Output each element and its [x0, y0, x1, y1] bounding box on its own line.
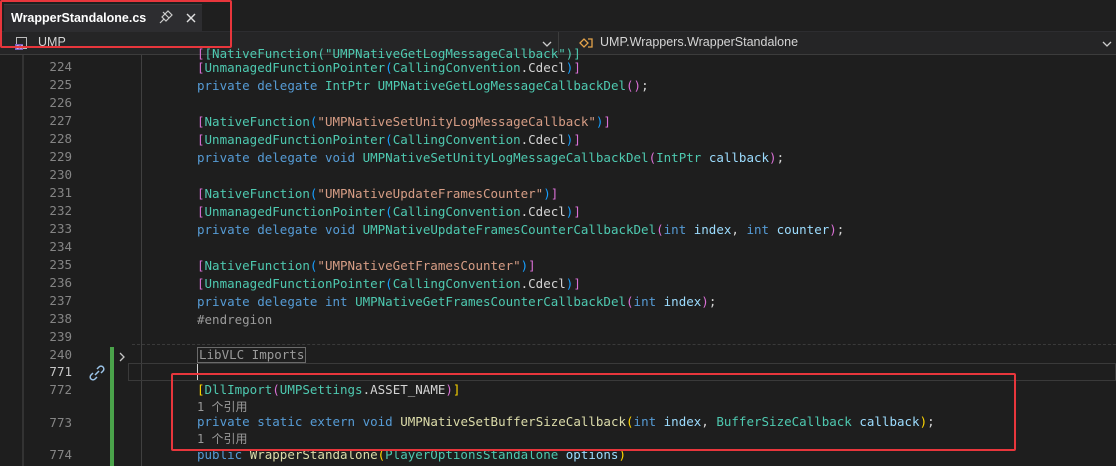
code-line: [UnmanagedFunctionPointer(CallingConvent…: [197, 60, 581, 75]
indent-guide: [141, 55, 142, 466]
codelens-references[interactable]: 1 个引用: [197, 431, 247, 447]
line-number: 236: [49, 275, 72, 290]
code-line: public WrapperStandalone(PlayerOptionsSt…: [197, 447, 626, 462]
code-line: [NativeFunction("UMPNativeSetUnityLogMes…: [197, 114, 611, 129]
document-tab[interactable]: WrapperStandalone.cs: [4, 4, 202, 33]
line-number: 233: [49, 221, 72, 236]
class-label: UMP.Wrappers.WrapperStandalone: [600, 35, 799, 49]
line-number: 239: [49, 329, 72, 344]
line-number: 224: [49, 59, 72, 74]
code-line: private delegate IntPtr UMPNativeGetLogM…: [197, 78, 649, 93]
collapsed-region[interactable]: LibVLC Imports: [197, 346, 307, 364]
code-line: [UnmanagedFunctionPointer(CallingConvent…: [197, 276, 581, 291]
code-line: [NativeFunction("UMPNativeGetFramesCount…: [197, 258, 536, 273]
line-number: 773: [49, 415, 72, 430]
tab-title: WrapperStandalone.cs: [11, 11, 147, 25]
project-label: UMP: [38, 35, 66, 49]
line-number: 235: [49, 257, 72, 272]
code-editor[interactable]: 224 225 226 227 228 229 230 231 232 233 …: [0, 46, 1116, 466]
collapsed-region-label[interactable]: LibVLC Imports: [197, 347, 307, 363]
code-line: [UnmanagedFunctionPointer(CallingConvent…: [197, 132, 581, 147]
line-number: 229: [49, 149, 72, 164]
current-line-highlight: [128, 363, 1116, 381]
class-dropdown[interactable]: UMP.Wrappers.WrapperStandalone: [566, 32, 1116, 54]
reference-link-icon[interactable]: [88, 364, 106, 382]
text-caret: [197, 364, 198, 380]
line-number: 772: [49, 382, 72, 397]
line-number: 771: [49, 364, 72, 379]
line-number: 237: [49, 293, 72, 308]
line-number: 238: [49, 311, 72, 326]
line-number: 231: [49, 185, 72, 200]
line-number: 227: [49, 113, 72, 128]
code-line: private delegate int UMPNativeGetFramesC…: [197, 294, 717, 309]
code-line: [UnmanagedFunctionPointer(CallingConvent…: [197, 204, 581, 219]
code-line-endregion: #endregion: [197, 312, 273, 327]
change-indicator-bar: [110, 347, 114, 466]
csharp-project-icon: C#: [14, 35, 30, 51]
line-number: 234: [49, 239, 72, 254]
chevron-right-icon[interactable]: [117, 348, 127, 362]
code-line: private delegate void UMPNativeUpdateFra…: [197, 222, 845, 237]
line-number: 228: [49, 131, 72, 146]
line-number: 226: [49, 95, 72, 110]
code-line: [NativeFunction("UMPNativeUpdateFramesCo…: [197, 186, 559, 201]
code-line: private delegate void UMPNativeSetUnityL…: [197, 150, 785, 165]
code-line: private static extern void UMPNativeSetB…: [197, 414, 935, 429]
svg-text:C#: C#: [16, 45, 24, 51]
line-number: 230: [49, 167, 72, 182]
line-number: 232: [49, 203, 72, 218]
line-number: 240: [49, 347, 72, 362]
chevron-down-icon[interactable]: [1100, 36, 1114, 50]
document-tab-strip: WrapperStandalone.cs: [0, 0, 1116, 33]
line-number: 774: [49, 447, 72, 462]
close-icon[interactable]: [182, 9, 200, 27]
line-number: 225: [49, 77, 72, 92]
pin-icon[interactable]: [158, 9, 174, 27]
code-line: [DllImport(UMPSettings.ASSET_NAME)]: [197, 382, 461, 397]
